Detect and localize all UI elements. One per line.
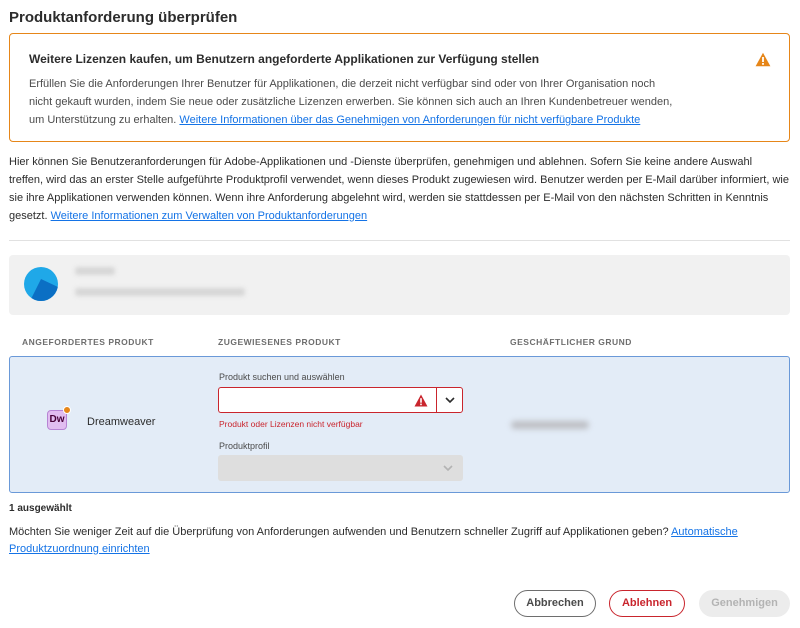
header-requested-product: ANGEFORDERTES PRODUKT xyxy=(22,337,154,347)
product-search-input[interactable] xyxy=(218,387,436,413)
chevron-down-icon xyxy=(443,465,453,472)
user-card xyxy=(9,255,790,315)
profile-select-label: Produktprofil xyxy=(219,441,270,451)
header-business-reason: GESCHÄFTLICHER GRUND xyxy=(510,337,632,347)
user-email-redacted xyxy=(75,288,245,296)
auto-assign-text: Möchten Sie weniger Zeit auf die Überprü… xyxy=(9,526,669,538)
license-alert: Weitere Lizenzen kaufen, um Benutzern an… xyxy=(9,33,790,142)
table-row[interactable]: Dw Dreamweaver Produkt suchen und auswäh… xyxy=(9,356,790,493)
page-title: Produktanforderung überprüfen xyxy=(9,9,238,26)
chevron-down-icon xyxy=(445,397,455,404)
product-picker-error: Produkt oder Lizenzen nicht verfügbar xyxy=(219,419,363,429)
intro-paragraph: Hier können Sie Benutzeranforderungen fü… xyxy=(9,153,789,225)
auto-assign-paragraph: Möchten Sie weniger Zeit auf die Überprü… xyxy=(9,524,789,558)
header-assigned-product: ZUGEWIESENES PRODUKT xyxy=(218,337,341,347)
approve-button[interactable]: Genehmigen xyxy=(699,590,790,617)
error-warning-icon xyxy=(414,394,428,407)
alert-body: Erfüllen Sie die Anforderungen Ihrer Ben… xyxy=(29,75,679,129)
business-reason-redacted xyxy=(511,421,589,429)
divider xyxy=(9,240,790,241)
avatar-shape-icon xyxy=(30,279,58,301)
requested-product-name: Dreamweaver xyxy=(87,416,156,428)
avatar xyxy=(24,267,58,301)
manage-requests-link[interactable]: Weitere Informationen zum Verwalten von … xyxy=(51,210,368,222)
reject-button[interactable]: Ablehnen xyxy=(609,590,685,617)
product-profile-select xyxy=(218,455,463,481)
product-picker-toggle[interactable] xyxy=(436,387,463,413)
user-name-redacted xyxy=(75,267,115,275)
alert-heading: Weitere Lizenzen kaufen, um Benutzern an… xyxy=(29,52,540,66)
selected-count: 1 ausgewählt xyxy=(9,503,72,514)
product-picker-label: Produkt suchen und auswählen xyxy=(219,372,345,382)
cancel-button[interactable]: Abbrechen xyxy=(514,590,596,617)
alert-info-link[interactable]: Weitere Informationen über das Genehmige… xyxy=(179,114,640,126)
unavailable-dot-icon xyxy=(63,406,71,414)
warning-icon xyxy=(755,52,771,67)
